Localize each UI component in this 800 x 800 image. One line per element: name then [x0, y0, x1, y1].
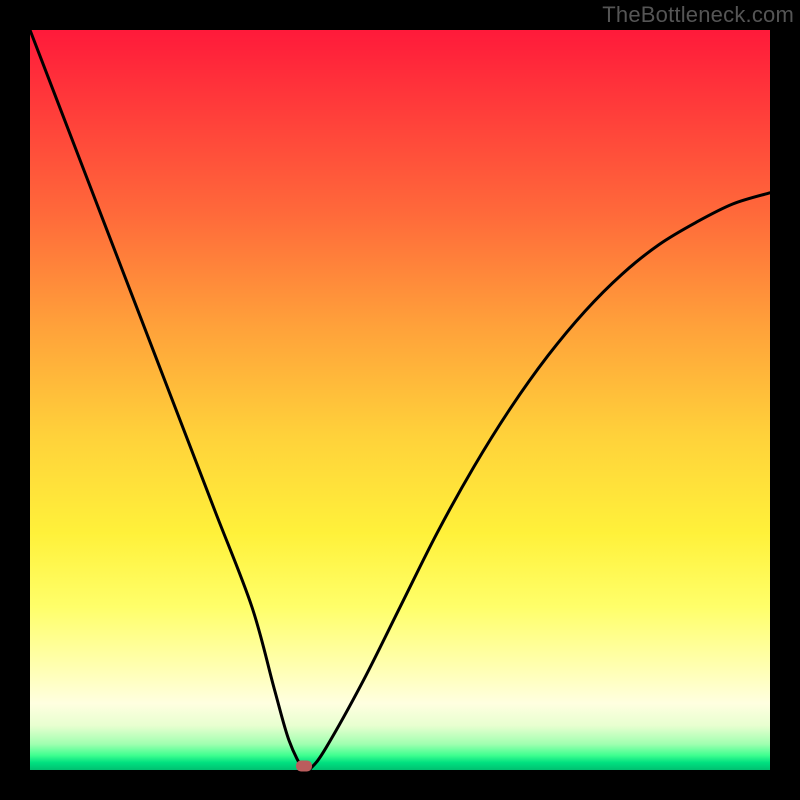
bottleneck-curve-svg: [30, 30, 770, 770]
optimum-marker: [296, 761, 312, 772]
watermark-text: TheBottleneck.com: [602, 2, 794, 28]
bottleneck-curve-path: [30, 30, 770, 772]
plot-area: [30, 30, 770, 770]
chart-frame: TheBottleneck.com: [0, 0, 800, 800]
